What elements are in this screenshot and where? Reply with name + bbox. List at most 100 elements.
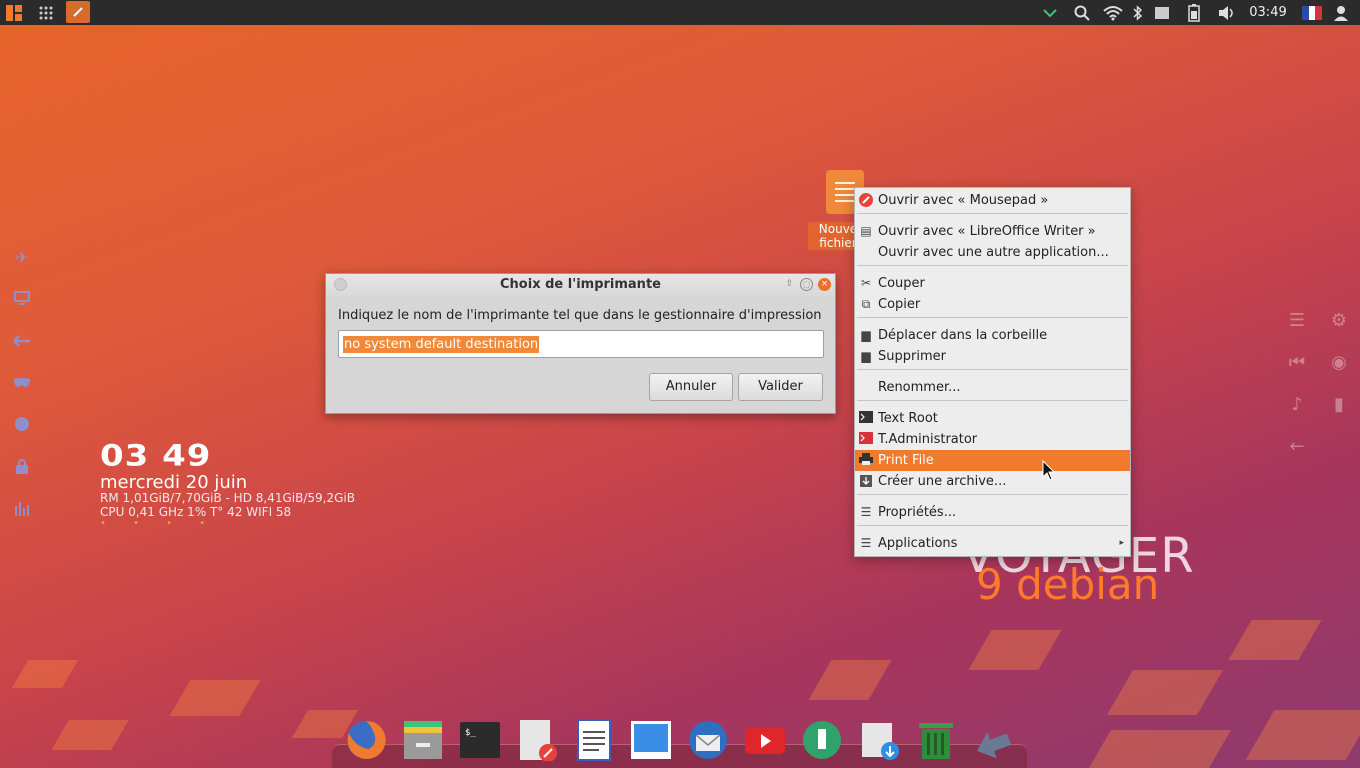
terminal-icon bbox=[859, 411, 873, 425]
dialog-title: Choix de l'imprimante bbox=[500, 277, 661, 292]
menu-item-open-writer[interactable]: ▤ Ouvrir avec « LibreOffice Writer » bbox=[855, 221, 1130, 242]
menu-separator bbox=[857, 317, 1128, 318]
menu-item-copy[interactable]: ⧉ Copier bbox=[855, 294, 1130, 315]
music-note-icon[interactable]: ♪ bbox=[1285, 393, 1309, 417]
trash-icon[interactable] bbox=[915, 719, 957, 761]
menu-item-move-to-trash[interactable]: ▆ Déplacer dans la corbeille bbox=[855, 325, 1130, 346]
menu-separator bbox=[857, 525, 1128, 526]
menu-item-label: Print File bbox=[878, 453, 934, 468]
validate-button[interactable]: Valider bbox=[738, 373, 823, 401]
volume-icon[interactable] bbox=[1216, 0, 1238, 25]
bar-chart-icon[interactable]: ▮ bbox=[1327, 393, 1351, 417]
conky-date: mercredi 20 juin bbox=[100, 472, 248, 493]
conky-memory: RM 1,01GiB/7,70GiB - HD 8,41GiB/59,2GiB bbox=[100, 491, 355, 505]
back-arrow-icon[interactable] bbox=[12, 332, 32, 352]
menu-item-open-other[interactable]: Ouvrir avec une autre application... bbox=[855, 242, 1130, 263]
conky-dots: • • • • bbox=[100, 518, 218, 529]
menu-item-open-mousepad[interactable]: Ouvrir avec « Mousepad » bbox=[855, 190, 1130, 211]
globe-icon[interactable] bbox=[12, 416, 32, 436]
maximize-icon[interactable]: ◌ bbox=[800, 278, 813, 291]
document-icon: ▤ bbox=[860, 224, 872, 238]
menu-item-label: Supprimer bbox=[878, 349, 946, 364]
delete-icon: ▆ bbox=[861, 349, 871, 363]
menu-item-delete[interactable]: ▆ Supprimer bbox=[855, 346, 1130, 367]
close-icon[interactable]: × bbox=[818, 278, 831, 291]
dialog-titlebar[interactable]: Choix de l'imprimante bbox=[326, 274, 835, 296]
applications-icon: ☰ bbox=[860, 536, 872, 550]
admin-terminal-icon bbox=[859, 432, 873, 446]
properties-icon: ☰ bbox=[860, 505, 872, 519]
chevron-down-icon[interactable] bbox=[1040, 0, 1060, 25]
menu-separator bbox=[857, 213, 1128, 214]
menu-item-label: T.Administrator bbox=[878, 432, 978, 447]
bar-chart-icon[interactable] bbox=[12, 500, 32, 520]
apps-grid-icon[interactable] bbox=[35, 0, 57, 25]
bluetooth-icon[interactable] bbox=[1130, 0, 1146, 25]
menu-separator bbox=[857, 400, 1128, 401]
menu-lines-icon[interactable]: ☰ bbox=[1285, 309, 1309, 333]
monitor-icon[interactable] bbox=[12, 290, 32, 310]
search-icon[interactable] bbox=[1072, 0, 1092, 25]
cancel-button[interactable]: Annuler bbox=[649, 373, 733, 401]
conky-time: 03 49 bbox=[100, 439, 212, 473]
lock-icon[interactable] bbox=[12, 458, 32, 478]
printer-choice-dialog: Choix de l'imprimante ⇧ ◌ × Indiquez le … bbox=[325, 273, 836, 414]
display-icon[interactable] bbox=[1152, 0, 1172, 25]
printer-name-value: no system default destination bbox=[343, 336, 540, 353]
menu-separator bbox=[857, 265, 1128, 266]
battery-icon[interactable] bbox=[1184, 0, 1204, 25]
synaptic-icon[interactable] bbox=[801, 719, 843, 761]
file-manager-icon[interactable] bbox=[402, 719, 444, 761]
menu-item-create-archive[interactable]: Créer une archive... bbox=[855, 471, 1130, 492]
gear-icon[interactable]: ⚙ bbox=[1327, 309, 1351, 333]
skip-back-icon[interactable]: ⏮ bbox=[1285, 351, 1309, 375]
menu-item-label: Ouvrir avec « Mousepad » bbox=[878, 193, 1049, 208]
eye-icon[interactable]: ◉ bbox=[1327, 351, 1351, 375]
trash-icon: ▆ bbox=[861, 328, 871, 342]
menu-item-label: Copier bbox=[878, 297, 921, 312]
menu-item-label: Ouvrir avec « LibreOffice Writer » bbox=[878, 224, 1096, 239]
copy-icon: ⧉ bbox=[861, 297, 871, 311]
printer-name-input[interactable]: no system default destination bbox=[338, 330, 824, 358]
menu-item-label: Créer une archive... bbox=[878, 474, 1007, 489]
thunderbird-icon[interactable] bbox=[687, 719, 729, 761]
airplane-icon[interactable]: ✈ bbox=[12, 248, 32, 268]
mouse-cursor-icon bbox=[1042, 459, 1056, 486]
active-window-icon[interactable] bbox=[66, 1, 90, 23]
writer-icon[interactable] bbox=[573, 719, 615, 761]
desktop-floor-tiles bbox=[0, 600, 1360, 768]
menu-item-label: Applications bbox=[878, 536, 958, 551]
menu-item-label: Couper bbox=[878, 276, 925, 291]
youtube-icon[interactable] bbox=[744, 719, 786, 761]
top-panel: 03:49 bbox=[0, 0, 1360, 25]
dialog-prompt: Indiquez le nom de l'imprimante tel que … bbox=[338, 308, 822, 323]
panel-clock[interactable]: 03:49 bbox=[1246, 0, 1290, 25]
whisker-menu-icon[interactable] bbox=[3, 0, 25, 25]
shade-icon[interactable]: ⇧ bbox=[783, 278, 796, 291]
screen-icon[interactable] bbox=[630, 719, 672, 761]
menu-item-label: Ouvrir avec une autre application... bbox=[878, 245, 1109, 260]
user-icon[interactable] bbox=[1332, 0, 1350, 25]
brand-subtitle: 9 debian bbox=[976, 560, 1160, 609]
terminal-icon[interactable]: $_ bbox=[459, 719, 501, 761]
archive-icon bbox=[859, 474, 873, 488]
menu-item-cut[interactable]: ✂ Couper bbox=[855, 273, 1130, 294]
downloads-icon[interactable] bbox=[858, 719, 900, 761]
submenu-arrow-icon: ▸ bbox=[1119, 538, 1124, 548]
menu-item-text-root[interactable]: Text Root bbox=[855, 408, 1130, 429]
printer-icon bbox=[859, 453, 873, 467]
menu-item-properties[interactable]: ☰ Propriétés... bbox=[855, 502, 1130, 523]
wifi-icon[interactable] bbox=[1102, 0, 1124, 25]
mask-icon[interactable] bbox=[12, 374, 32, 394]
back-arrow-icon[interactable]: ← bbox=[1285, 435, 1309, 459]
menu-item-print-file[interactable]: Print File bbox=[855, 450, 1130, 471]
window-menu-icon[interactable] bbox=[334, 278, 347, 291]
menu-separator bbox=[857, 369, 1128, 370]
back-arrow-icon[interactable] bbox=[972, 719, 1014, 761]
french-flag-icon[interactable] bbox=[1300, 0, 1324, 25]
firefox-icon[interactable] bbox=[345, 719, 387, 761]
text-editor-icon[interactable] bbox=[516, 719, 558, 762]
menu-item-rename[interactable]: Renommer... bbox=[855, 377, 1130, 398]
menu-item-t-administrator[interactable]: T.Administrator bbox=[855, 429, 1130, 450]
menu-item-applications[interactable]: ☰ Applications ▸ bbox=[855, 533, 1130, 554]
